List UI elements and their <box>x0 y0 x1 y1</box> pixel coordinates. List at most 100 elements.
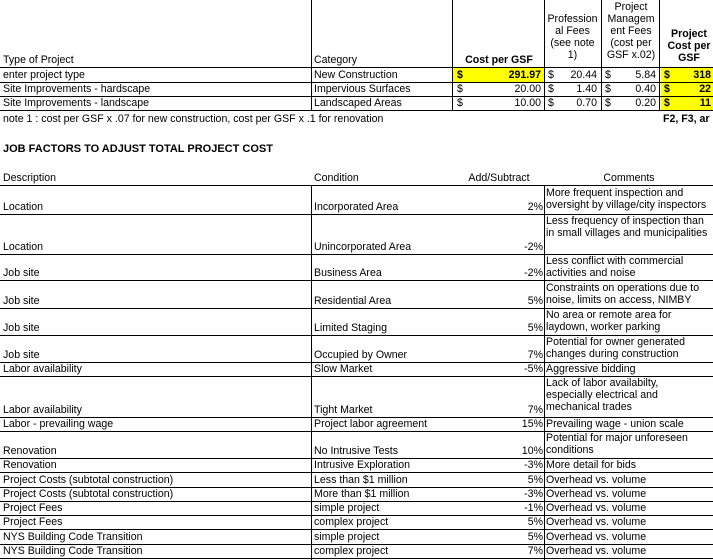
factor-condition[interactable]: Slow Market <box>314 363 444 376</box>
professional-fee-value[interactable]: 1.40 <box>560 83 597 96</box>
factor-adjustment[interactable]: -1% <box>453 502 543 515</box>
factor-description[interactable]: Job site <box>3 267 303 280</box>
factor-header-condition[interactable]: Condition <box>314 172 444 185</box>
factor-description[interactable]: Project Fees <box>3 516 303 529</box>
factor-adjustment[interactable]: 5% <box>453 322 543 335</box>
factor-comments[interactable]: Constraints on operations due to noise, … <box>546 282 712 309</box>
pm-fee-value[interactable]: 0.40 <box>616 83 656 96</box>
factor-adjustment[interactable]: 7% <box>453 545 543 558</box>
factor-description[interactable]: Job site <box>3 322 303 335</box>
project-cost-value[interactable]: 22 <box>676 83 711 96</box>
factor-condition[interactable]: Residential Area <box>314 295 444 308</box>
factor-condition[interactable]: Occupied by Owner <box>314 349 444 362</box>
factor-comments[interactable]: Overhead vs. volume <box>546 474 712 487</box>
factor-comments[interactable]: Overhead vs. volume <box>546 488 712 501</box>
factor-comments[interactable]: Lack of labor availabilty, especially el… <box>546 377 696 417</box>
factor-adjustment[interactable]: 5% <box>453 516 543 529</box>
factor-description[interactable]: Renovation <box>3 459 303 472</box>
project-type-cell[interactable]: Site Improvements - landscape <box>3 97 303 110</box>
factor-condition[interactable]: Limited Staging <box>314 322 444 335</box>
professional-fee-value[interactable]: 0.70 <box>560 97 597 110</box>
project-cost-value[interactable]: 11 <box>676 97 711 110</box>
factor-comments[interactable]: Overhead vs. volume <box>546 516 712 529</box>
factor-comments[interactable]: Potential for owner generated changes du… <box>546 336 712 363</box>
factor-description[interactable]: Location <box>3 241 303 254</box>
factor-condition[interactable]: More than $1 million <box>314 488 444 501</box>
factor-comments[interactable]: Overhead vs. volume <box>546 545 712 558</box>
factor-description[interactable]: Renovation <box>3 445 303 458</box>
factor-comments[interactable]: No area or remote area for laydown, work… <box>546 309 712 336</box>
factor-description[interactable]: Job site <box>3 349 303 362</box>
factor-adjustment[interactable]: -2% <box>453 241 543 254</box>
factor-comments[interactable]: Prevailing wage - union scale <box>546 418 712 431</box>
factor-description[interactable]: Location <box>3 201 303 214</box>
factor-adjustment[interactable]: 5% <box>453 474 543 487</box>
factor-comments[interactable]: Overhead vs. volume <box>546 502 712 515</box>
factor-adjustment[interactable]: -2% <box>453 267 543 280</box>
factor-condition[interactable]: Intrusive Exploration <box>314 459 444 472</box>
factor-description[interactable]: NYS Building Code Transition <box>3 545 303 558</box>
cost-per-gsf-value[interactable]: 10.00 <box>470 97 541 110</box>
factor-condition[interactable]: Business Area <box>314 267 444 280</box>
factor-condition[interactable]: simple project <box>314 531 444 544</box>
factor-adjustment[interactable]: 2% <box>453 201 543 214</box>
factor-header-comments[interactable]: Comments <box>545 172 713 185</box>
factor-adjustment[interactable]: 5% <box>453 531 543 544</box>
factor-description[interactable]: Project Fees <box>3 502 303 515</box>
factor-adjustment[interactable]: -3% <box>453 488 543 501</box>
professional-fee-value[interactable]: 20.44 <box>560 69 597 82</box>
header-professional-fees[interactable]: Profession al Fees (see note 1) <box>545 13 600 67</box>
header-type-of-project[interactable]: Type of Project <box>3 54 303 67</box>
factor-condition[interactable]: No Intrusive Tests <box>314 445 444 458</box>
factor-header-add-subtract[interactable]: Add/Subtract <box>453 172 545 185</box>
factor-adjustment[interactable]: 5% <box>453 295 543 308</box>
factor-adjustment[interactable]: 15% <box>453 418 543 431</box>
factor-description[interactable]: Project Costs (subtotal construction) <box>3 488 303 501</box>
factor-description[interactable]: Labor - prevailing wage <box>3 418 303 431</box>
header-project-cost[interactable]: Project Cost per GSF <box>662 28 713 68</box>
factor-adjustment[interactable]: 7% <box>453 404 543 417</box>
factor-condition[interactable]: complex project <box>314 516 444 529</box>
factor-adjustment[interactable]: 10% <box>453 445 543 458</box>
project-category-cell[interactable]: Landscaped Areas <box>314 97 444 110</box>
grid-line <box>0 515 713 516</box>
pm-fee-value[interactable]: 0.20 <box>616 97 656 110</box>
section-title[interactable]: JOB FACTORS TO ADJUST TOTAL PROJECT COST <box>3 143 453 157</box>
factor-adjustment[interactable]: 7% <box>453 349 543 362</box>
factor-header-description[interactable]: Description <box>3 172 303 185</box>
header-pm-fees[interactable]: Project Managem ent Fees (cost per GSF x… <box>602 1 660 67</box>
factor-comments[interactable]: Overhead vs. volume <box>546 531 712 544</box>
factor-adjustment[interactable]: -3% <box>453 459 543 472</box>
factor-description[interactable]: Labor availability <box>3 404 303 417</box>
project-cost-value[interactable]: 318 <box>676 69 711 82</box>
header-cost-per-gsf[interactable]: Cost per GSF <box>453 54 545 67</box>
factor-comments[interactable]: Aggressive bidding <box>546 363 712 376</box>
factor-comments[interactable]: Potential for major unforeseen condition… <box>546 432 712 459</box>
factor-condition[interactable]: Project labor agreement <box>314 418 444 431</box>
factor-comments[interactable]: More detail for bids <box>546 459 712 472</box>
factor-comments[interactable]: Less frequency of inspection than in sma… <box>546 215 712 254</box>
factor-description[interactable]: NYS Building Code Transition <box>3 531 303 544</box>
note-reference[interactable]: F2, F3, ar <box>663 113 713 126</box>
header-category[interactable]: Category <box>314 54 444 67</box>
project-type-cell[interactable]: enter project type <box>3 69 303 82</box>
factor-condition[interactable]: Less than $1 million <box>314 474 444 487</box>
factor-condition[interactable]: complex project <box>314 545 444 558</box>
project-category-cell[interactable]: New Construction <box>314 69 444 82</box>
factor-description[interactable]: Job site <box>3 295 303 308</box>
cost-per-gsf-value[interactable]: 291.97 <box>470 69 541 82</box>
factor-condition[interactable]: Unincorporated Area <box>314 241 444 254</box>
factor-comments[interactable]: Less conflict with commercial activities… <box>546 255 712 281</box>
factor-description[interactable]: Project Costs (subtotal construction) <box>3 474 303 487</box>
cost-per-gsf-value[interactable]: 20.00 <box>470 83 541 96</box>
factor-comments[interactable]: More frequent inspection and oversight b… <box>546 187 713 214</box>
factor-condition[interactable]: simple project <box>314 502 444 515</box>
factor-adjustment[interactable]: -5% <box>453 363 543 376</box>
project-category-cell[interactable]: Impervious Surfaces <box>314 83 444 96</box>
project-type-cell[interactable]: Site Improvements - hardscape <box>3 83 303 96</box>
pm-fee-value[interactable]: 5.84 <box>616 69 656 82</box>
factor-description[interactable]: Labor availability <box>3 363 303 376</box>
factor-condition[interactable]: Incorporated Area <box>314 201 444 214</box>
factor-condition[interactable]: Tight Market <box>314 404 444 417</box>
fee-note[interactable]: note 1 : cost per GSF x .07 for new cons… <box>3 113 453 126</box>
